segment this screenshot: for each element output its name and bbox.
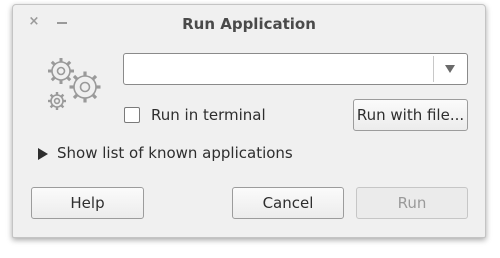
window-title: Run Application xyxy=(182,15,316,33)
chevron-down-icon[interactable] xyxy=(434,54,467,84)
known-applications-label[interactable]: Show list of known applications xyxy=(57,144,293,162)
run-application-dialog: × Run Application Run in terminal Run wi… xyxy=(12,4,486,238)
command-combobox[interactable] xyxy=(123,53,468,85)
run-in-terminal-label[interactable]: Run in terminal xyxy=(151,106,266,124)
gears-icon xyxy=(48,58,101,110)
run-button[interactable]: Run xyxy=(356,187,468,219)
run-with-file-button[interactable]: Run with file... xyxy=(353,99,468,131)
cancel-button[interactable]: Cancel xyxy=(232,187,344,219)
titlebar: × Run Application xyxy=(13,5,485,43)
run-in-terminal-checkbox[interactable] xyxy=(124,107,140,123)
triangle-right-icon[interactable] xyxy=(38,148,48,160)
help-button[interactable]: Help xyxy=(31,187,144,219)
command-input[interactable] xyxy=(124,54,433,84)
